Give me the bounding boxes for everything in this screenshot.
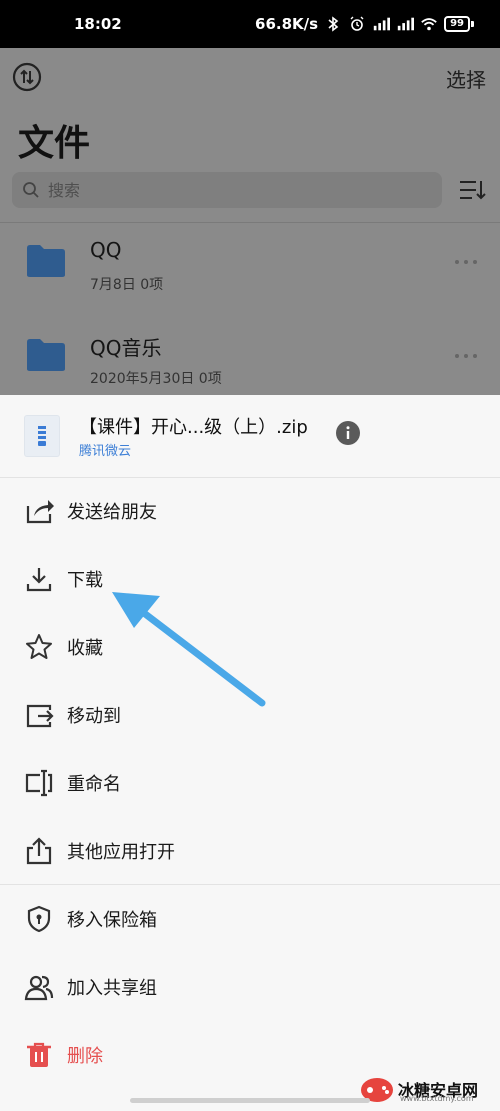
download-icon [26,568,52,592]
folder-icon [27,339,65,371]
search-input[interactable] [46,179,430,201]
sort-list-icon[interactable] [458,178,486,202]
watermark-url: www.btxtdmy.com [400,1094,474,1103]
search-icon [23,182,39,198]
file-list-screen: 选择 文件 QQ 7月8日 0项 QQ音乐 2020年5月30日 0项 [0,48,500,395]
folder-icon [27,245,65,277]
folder-meta: 2020年5月30日 0项 [90,371,222,387]
page-title: 文件 [18,123,91,164]
menu-label: 删除 [67,1046,103,1067]
battery-icon: 99 [444,16,474,32]
open-with-button[interactable]: 其他应用打开 [0,817,500,885]
more-icon[interactable] [454,258,478,266]
download-button[interactable]: 下载 [0,545,500,613]
search-bar[interactable] [12,172,442,208]
folder-name: QQ音乐 [90,336,162,360]
signal-icon [373,17,391,31]
bluetooth-icon [328,16,339,32]
add-to-shared-group-button[interactable]: 加入共享组 [0,953,500,1021]
move-icon [26,704,54,728]
file-name: 【课件】开心...级（上）.zip [79,417,308,438]
share-icon [26,500,54,524]
zip-file-icon [24,415,60,457]
status-icons: 66.8K/s 99 [255,15,474,33]
file-source: 腾讯微云 [79,444,132,459]
favorite-button[interactable]: 收藏 [0,613,500,681]
menu-label: 其他应用打开 [67,842,175,863]
alarm-icon [350,16,364,31]
group-icon [24,975,54,1001]
more-icon[interactable] [454,352,478,360]
info-icon[interactable] [336,421,360,445]
move-to-button[interactable]: 移动到 [0,681,500,749]
action-sheet: 【课件】开心...级（上）.zip 腾讯微云 发送给朋友 下载 收藏 移动到 重… [0,395,500,1111]
menu-label: 发送给朋友 [67,502,157,523]
sort-toggle-icon[interactable] [12,62,42,92]
open-with-icon [26,837,52,865]
list-item[interactable]: QQ音乐 2020年5月30日 0项 [0,312,500,402]
status-bar: 18:02 66.8K/s 99 [0,0,500,48]
network-speed: 66.8K/s [255,15,319,33]
rename-button[interactable]: 重命名 [0,749,500,817]
watermark: 冰糖安卓网 www.btxtdmy.com [360,1072,500,1106]
move-to-safe-button[interactable]: 移入保险箱 [0,885,500,953]
menu-label: 移入保险箱 [67,910,157,931]
signal-icon-2 [397,17,415,31]
menu-label: 加入共享组 [67,978,157,999]
file-header: 【课件】开心...级（上）.zip 腾讯微云 [0,395,500,477]
status-time: 18:02 [74,15,122,33]
menu-label: 收藏 [67,638,103,659]
folder-name: QQ [90,238,122,262]
send-to-friend-button[interactable]: 发送给朋友 [0,477,500,545]
folder-meta: 7月8日 0项 [90,277,164,293]
list-item[interactable]: QQ 7月8日 0项 [0,218,500,308]
menu-label: 移动到 [67,706,121,727]
trash-icon [27,1042,51,1067]
rename-icon [25,769,53,797]
shield-icon [27,905,51,933]
wifi-icon [421,18,437,31]
menu-label: 重命名 [67,774,121,795]
home-indicator[interactable] [130,1098,370,1103]
star-icon [26,634,52,659]
select-button[interactable]: 选择 [446,64,486,93]
menu-label: 下载 [67,570,103,591]
